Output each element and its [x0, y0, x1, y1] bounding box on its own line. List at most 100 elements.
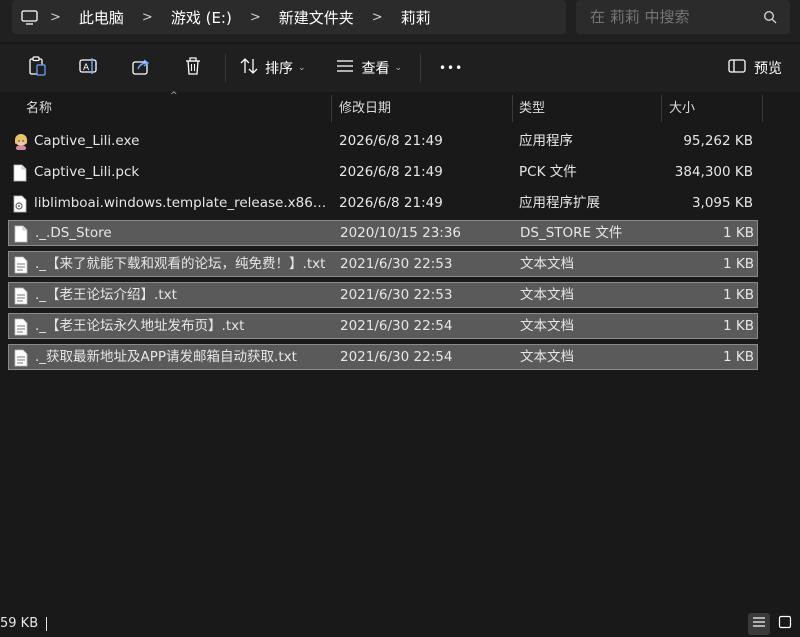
- tiles-view-button[interactable]: [774, 613, 796, 635]
- sort-button[interactable]: 排序 ⌄: [234, 50, 312, 86]
- column-divider[interactable]: [762, 95, 763, 122]
- search-box[interactable]: [576, 0, 790, 34]
- column-header-size[interactable]: 大小: [669, 95, 749, 122]
- file-size: 1 KB: [723, 225, 754, 241]
- text-file-icon: [14, 349, 30, 367]
- file-name: ._【老王论坛介绍】.txt: [35, 287, 177, 303]
- text-file-icon: [14, 318, 30, 336]
- svg-text:A: A: [83, 63, 90, 73]
- breadcrumb-this-pc[interactable]: 此电脑: [65, 7, 138, 28]
- file-size: 95,262 KB: [683, 133, 753, 149]
- file-modified-date: 2021/6/30 22:54: [340, 318, 453, 334]
- file-modified-date: 2021/6/30 22:53: [340, 256, 453, 272]
- more-options-button[interactable]: •••: [433, 50, 469, 86]
- file-modified-date: 2021/6/30 22:53: [340, 287, 453, 303]
- rename-icon: A: [79, 57, 99, 79]
- toolbar-divider: [225, 54, 226, 82]
- breadcrumb[interactable]: > 此电脑 > 游戏 (E:) > 新建文件夹 > 莉莉: [12, 0, 566, 34]
- file-size: 3,095 KB: [691, 195, 753, 211]
- sort-label: 排序: [265, 61, 293, 77]
- column-divider[interactable]: [512, 95, 513, 122]
- details-view-icon: [752, 616, 766, 632]
- file-size: 384,300 KB: [674, 164, 753, 180]
- file-modified-date: 2026/6/8 21:49: [339, 164, 443, 180]
- breadcrumb-separator[interactable]: >: [46, 10, 65, 25]
- file-modified-date: 2021/6/30 22:54: [340, 349, 453, 365]
- text-file-icon: [14, 256, 30, 274]
- file-row[interactable]: ._【老王论坛介绍】.txt 2021/6/30 22:53 文本文档 1 KB: [8, 282, 758, 308]
- file-type: PCK 文件: [519, 164, 577, 180]
- file-size: 1 KB: [723, 256, 754, 272]
- column-divider[interactable]: [331, 95, 332, 122]
- list-view-icon: [336, 59, 354, 77]
- file-size: 1 KB: [723, 349, 754, 365]
- chevron-down-icon: ⌄: [298, 63, 306, 73]
- file-row[interactable]: ._获取最新地址及APP请发邮箱自动获取.txt 2021/6/30 22:54 文…: [8, 344, 758, 370]
- file-modified-date: 2026/6/8 21:49: [339, 133, 443, 149]
- app-icon: [13, 133, 29, 151]
- toolbar-divider: [420, 54, 422, 82]
- file-modified-date: 2020/10/15 23:36: [340, 225, 462, 241]
- details-view-button[interactable]: [748, 613, 770, 635]
- column-header-row: ^ 名称 修改日期 类型 大小: [0, 91, 800, 122]
- file-size: 1 KB: [723, 318, 754, 334]
- file-icon: [13, 164, 29, 182]
- tiles-view-icon: [778, 615, 792, 633]
- breadcrumb-separator[interactable]: >: [368, 10, 387, 25]
- dll-icon: [13, 195, 29, 213]
- breadcrumb-new-folder[interactable]: 新建文件夹: [265, 7, 368, 28]
- share-button[interactable]: [121, 50, 161, 86]
- breadcrumb-separator[interactable]: >: [246, 10, 265, 25]
- view-label: 查看: [361, 61, 390, 77]
- file-type: 文本文档: [520, 256, 574, 272]
- preview-pane-button[interactable]: 预览: [722, 50, 788, 86]
- chevron-down-icon: ⌄: [394, 63, 403, 73]
- breadcrumb-current-folder[interactable]: 莉莉: [387, 7, 445, 28]
- column-header-name[interactable]: 名称: [26, 95, 326, 122]
- search-icon[interactable]: [750, 10, 790, 24]
- file-row[interactable]: ._【来了就能下载和观看的论坛，纯免费！】.txt 2021/6/30 22:53…: [8, 251, 758, 277]
- file-icon: [14, 225, 30, 243]
- file-row[interactable]: ._.DS_Store 2020/10/15 23:36 DS_STORE 文件 1 …: [8, 220, 758, 246]
- clipboard-icon: [28, 56, 46, 80]
- share-icon: [131, 57, 151, 79]
- file-name: ._【来了就能下载和观看的论坛，纯免费！】.txt: [35, 256, 326, 272]
- file-type: 应用程序扩展: [519, 195, 600, 211]
- sort-icon: [240, 58, 258, 78]
- file-name: ._.DS_Store: [35, 225, 112, 241]
- view-button[interactable]: 查看 ⌄: [330, 50, 409, 86]
- column-header-date[interactable]: 修改日期: [339, 95, 504, 122]
- monitor-icon[interactable]: [12, 9, 46, 25]
- file-type: DS_STORE 文件: [520, 225, 623, 241]
- paste-button[interactable]: [17, 50, 57, 86]
- file-type: 文本文档: [520, 287, 574, 303]
- file-name: ._【老王论坛永久地址发布页】.txt: [35, 318, 245, 334]
- text-file-icon: [14, 287, 30, 305]
- selection-size-text: 59 KB: [0, 616, 39, 631]
- file-row[interactable]: Captive_Lili.pck 2026/6/8 21:49 PCK 文件 384,…: [8, 160, 758, 186]
- file-type: 应用程序: [519, 133, 573, 149]
- column-divider[interactable]: [661, 95, 662, 122]
- file-name: ._获取最新地址及APP请发邮箱自动获取.txt: [35, 349, 297, 365]
- preview-pane-icon: [728, 59, 746, 77]
- breadcrumb-separator[interactable]: >: [138, 10, 157, 25]
- file-size: 1 KB: [723, 287, 754, 303]
- file-row[interactable]: liblimboai.windows.template_release.x86_…: [8, 191, 758, 217]
- file-name: Captive_Lili.exe: [34, 133, 140, 149]
- file-row[interactable]: Captive_Lili.exe 2026/6/8 21:49 应用程序 95,262…: [8, 129, 758, 155]
- file-modified-date: 2026/6/8 21:49: [339, 195, 443, 211]
- command-bar: A 排序 ⌄ 查看 ⌄ ••• 预览: [0, 44, 800, 92]
- file-name: liblimboai.windows.template_release.x86_…: [34, 195, 330, 211]
- status-bar: 59 KB: [0, 611, 800, 637]
- file-name: Captive_Lili.pck: [34, 164, 140, 180]
- file-type: 文本文档: [520, 318, 574, 334]
- column-header-type[interactable]: 类型: [519, 95, 654, 122]
- search-input[interactable]: [576, 7, 750, 27]
- address-bar-area: > 此电脑 > 游戏 (E:) > 新建文件夹 > 莉莉: [0, 0, 800, 42]
- file-row[interactable]: ._【老王论坛永久地址发布页】.txt 2021/6/30 22:54 文本文档 1 …: [8, 313, 758, 339]
- delete-button[interactable]: [173, 50, 213, 86]
- rename-button[interactable]: A: [69, 50, 109, 86]
- file-type: 文本文档: [520, 349, 574, 365]
- breadcrumb-drive-e[interactable]: 游戏 (E:): [157, 7, 246, 28]
- preview-label: 预览: [754, 61, 782, 77]
